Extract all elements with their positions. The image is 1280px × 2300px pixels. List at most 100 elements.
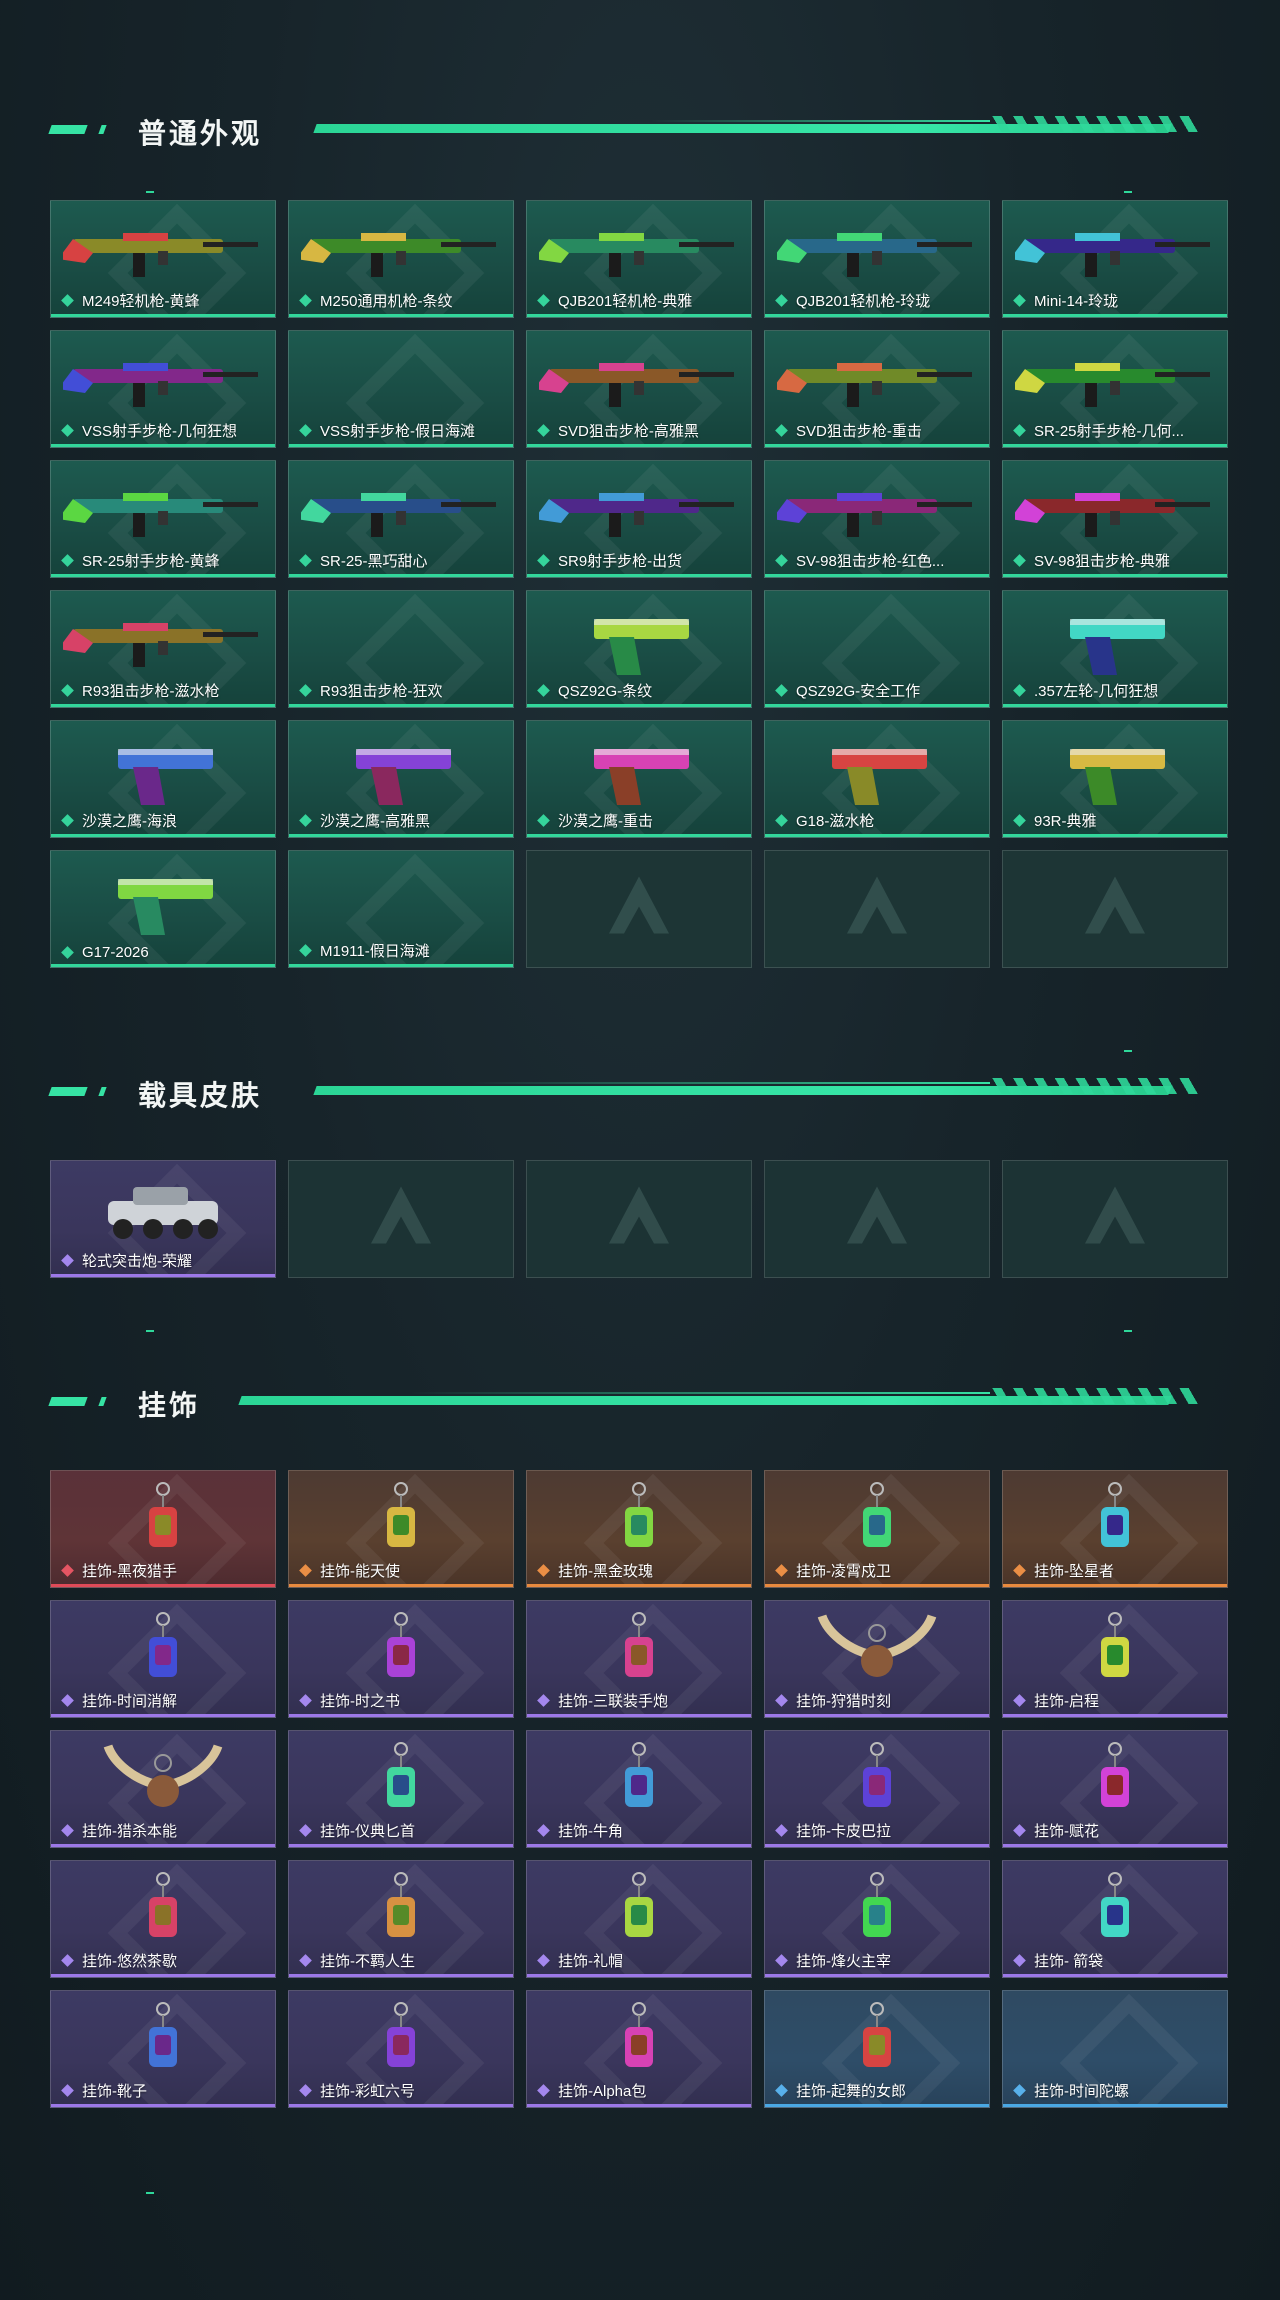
- rarity-gem-icon: [299, 554, 312, 567]
- charm-card[interactable]: 挂饰-猎杀本能: [50, 1730, 276, 1848]
- weapon-skin-card[interactable]: M249轻机枪-黄蜂: [50, 200, 276, 318]
- item-label: 挂饰-彩虹六号: [299, 2080, 415, 2101]
- weapon-skin-card[interactable]: SR9射手步枪-出货: [526, 460, 752, 578]
- item-name: Mini-14-玲珑: [1034, 293, 1119, 310]
- charm-card[interactable]: 挂饰-仪典匕首: [288, 1730, 514, 1848]
- item-name: 挂饰-靴子: [82, 2083, 147, 2100]
- charm-card[interactable]: 挂饰- 箭袋: [1002, 1860, 1228, 1978]
- item-label: 挂饰-礼帽: [537, 1950, 623, 1971]
- item-label: G17-2026: [61, 944, 149, 961]
- rarity-underline: [765, 314, 989, 317]
- placeholder-logo-icon: [366, 1182, 436, 1257]
- rarity-underline: [1003, 574, 1227, 577]
- rarity-underline: [51, 1714, 275, 1717]
- rarity-gem-icon: [61, 294, 74, 307]
- weapon-skin-card[interactable]: Mini-14-玲珑: [1002, 200, 1228, 318]
- weapon-skin-card[interactable]: R93狙击步枪-滋水枪: [50, 590, 276, 708]
- item-label: 93R-典雅: [1013, 810, 1097, 831]
- rarity-gem-icon: [299, 2084, 312, 2097]
- item-label: R93狙击步枪-狂欢: [299, 680, 443, 701]
- empty-slot: [1002, 850, 1228, 968]
- charm-card[interactable]: 挂饰-黑夜猎手: [50, 1470, 276, 1588]
- weapon-skin-card[interactable]: 沙漠之鹰-海浪: [50, 720, 276, 838]
- header-accent-bar: [98, 1397, 107, 1406]
- item-label: 挂饰-时间消解: [61, 1690, 177, 1711]
- corner-tick: [1124, 1330, 1132, 1332]
- weapon-skin-card[interactable]: QSZ92G-条纹: [526, 590, 752, 708]
- weapon-skin-card[interactable]: SV-98狙击步枪-典雅: [1002, 460, 1228, 578]
- item-label: SV-98狙击步枪-典雅: [1013, 550, 1170, 571]
- weapon-skin-card[interactable]: G17-2026: [50, 850, 276, 968]
- item-name: 挂饰-Alpha包: [558, 2083, 647, 2100]
- item-label: 挂饰-赋花: [1013, 1820, 1099, 1841]
- charm-card[interactable]: 挂饰-狩猎时刻: [764, 1600, 990, 1718]
- rarity-underline: [527, 834, 751, 837]
- weapon-skin-card[interactable]: SR-25-黑巧甜心: [288, 460, 514, 578]
- charm-card[interactable]: 挂饰-启程: [1002, 1600, 1228, 1718]
- item-name: 挂饰-牛角: [558, 1823, 623, 1840]
- weapon-skin-card[interactable]: QSZ92G-安全工作: [764, 590, 990, 708]
- sniper-rifle-icon: [772, 471, 977, 556]
- item-label: 挂饰-狩猎时刻: [775, 1690, 891, 1711]
- weapon-skin-card[interactable]: VSS射手步枪-假日海滩: [288, 330, 514, 448]
- weapon-skin-card[interactable]: 93R-典雅: [1002, 720, 1228, 838]
- charm-card[interactable]: 挂饰-彩虹六号: [288, 1990, 514, 2108]
- item-label: SR-25射手步枪-黄蜂: [61, 550, 220, 571]
- charm-card[interactable]: 挂饰-凌霄戍卫: [764, 1470, 990, 1588]
- weapon-skin-card[interactable]: M1911-假日海滩: [288, 850, 514, 968]
- rarity-underline: [527, 1974, 751, 1977]
- rarity-gem-icon: [1013, 1954, 1026, 1967]
- rarity-gem-icon: [537, 1694, 550, 1707]
- rarity-gem-icon: [299, 1824, 312, 1837]
- weapon-skin-card[interactable]: SV-98狙击步枪-红色...: [764, 460, 990, 578]
- weapon-skin-card[interactable]: G18-滋水枪: [764, 720, 990, 838]
- item-name: 挂饰-仪典匕首: [320, 1823, 415, 1840]
- weapon-skin-card[interactable]: R93狙击步枪-狂欢: [288, 590, 514, 708]
- rarity-underline: [51, 704, 275, 707]
- charm-card[interactable]: 挂饰-礼帽: [526, 1860, 752, 1978]
- weapon-skin-card[interactable]: SVD狙击步枪-重击: [764, 330, 990, 448]
- charm-card[interactable]: 挂饰-黑金玫瑰: [526, 1470, 752, 1588]
- charm-card[interactable]: 挂饰-Alpha包: [526, 1990, 752, 2108]
- rarity-gem-icon: [537, 554, 550, 567]
- rarity-underline: [289, 834, 513, 837]
- charm-card[interactable]: 挂饰-悠然茶歇: [50, 1860, 276, 1978]
- weapon-skin-card[interactable]: SVD狙击步枪-高雅黑: [526, 330, 752, 448]
- vehicle-skin-card[interactable]: 轮式突击炮-荣耀: [50, 1160, 276, 1278]
- item-name: SVD狙击步枪-重击: [796, 423, 922, 440]
- item-name: M250通用机枪-条纹: [320, 293, 453, 310]
- charm-card[interactable]: 挂饰-卡皮巴拉: [764, 1730, 990, 1848]
- charm-card[interactable]: 挂饰-三联装手炮: [526, 1600, 752, 1718]
- charm-card[interactable]: 挂饰-时间消解: [50, 1600, 276, 1718]
- charm-card[interactable]: 挂饰-时之书: [288, 1600, 514, 1718]
- charm-card[interactable]: 挂饰-靴子: [50, 1990, 276, 2108]
- charm-card[interactable]: 挂饰-牛角: [526, 1730, 752, 1848]
- charm-card[interactable]: 挂饰-烽火主宰: [764, 1860, 990, 1978]
- item-label: G18-滋水枪: [775, 810, 874, 831]
- header-stripes: [990, 1388, 1200, 1404]
- weapon-skin-card[interactable]: VSS射手步枪-几何狂想: [50, 330, 276, 448]
- weapon-skin-card[interactable]: QJB201轻机枪-典雅: [526, 200, 752, 318]
- weapon-skin-card[interactable]: SR-25射手步枪-几何...: [1002, 330, 1228, 448]
- rarity-underline: [1003, 834, 1227, 837]
- weapon-skin-card[interactable]: SR-25射手步枪-黄蜂: [50, 460, 276, 578]
- charm-card[interactable]: 挂饰-坠星者: [1002, 1470, 1228, 1588]
- charm-card[interactable]: 挂饰-起舞的女郎: [764, 1990, 990, 2108]
- charm-card[interactable]: 挂饰-能天使: [288, 1470, 514, 1588]
- item-name: 挂饰-凌霄戍卫: [796, 1563, 891, 1580]
- weapon-skin-card[interactable]: QJB201轻机枪-玲珑: [764, 200, 990, 318]
- charm-card[interactable]: 挂饰-不羁人生: [288, 1860, 514, 1978]
- charm-card[interactable]: 挂饰-时间陀螺: [1002, 1990, 1228, 2108]
- item-name: SR-25射手步枪-几何...: [1034, 423, 1185, 440]
- pistol-icon: [539, 731, 739, 816]
- weapon-skin-card[interactable]: 沙漠之鹰-重击: [526, 720, 752, 838]
- header-stripes: [990, 116, 1200, 132]
- charm-icon: [301, 2001, 501, 2086]
- weapon-skin-card[interactable]: .357左轮-几何狂想: [1002, 590, 1228, 708]
- item-name: 挂饰-起舞的女郎: [796, 2083, 906, 2100]
- charm-card[interactable]: 挂饰-赋花: [1002, 1730, 1228, 1848]
- weapon-skin-card[interactable]: 沙漠之鹰-高雅黑: [288, 720, 514, 838]
- weapon-skin-card[interactable]: M250通用机枪-条纹: [288, 200, 514, 318]
- charm-icon: [539, 1481, 739, 1566]
- rifle-icon: [58, 341, 263, 426]
